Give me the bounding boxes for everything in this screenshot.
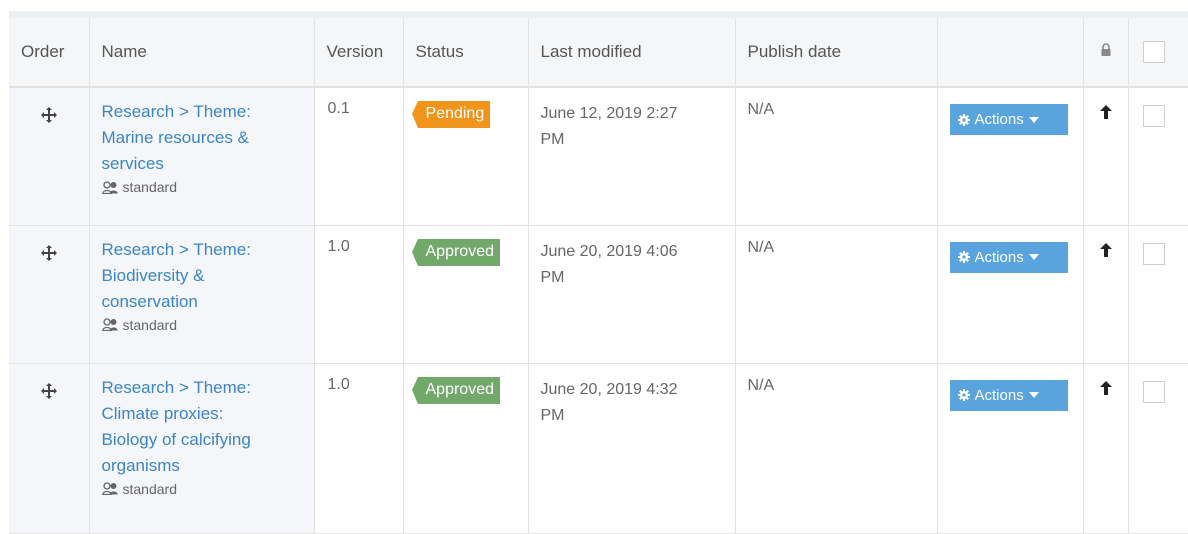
page-name-line[interactable]: services — [102, 151, 314, 177]
caret-down-icon — [1028, 392, 1039, 398]
arrow-cell — [1083, 363, 1129, 534]
template-label: standard — [101, 480, 314, 497]
pages-table: Order Name Version Status Last modified … — [9, 18, 1188, 534]
column-header-last-modified[interactable]: Last modified — [528, 18, 736, 88]
last-modified-line: PM — [540, 268, 565, 286]
caret-down-icon — [1028, 116, 1039, 123]
gear-icon — [957, 251, 970, 263]
arrow-up-icon[interactable] — [1099, 242, 1112, 257]
column-header-actions — [937, 18, 1084, 88]
gear-icon — [957, 113, 970, 126]
version-cell: 1.0 — [314, 363, 404, 534]
select-cell — [1128, 225, 1188, 364]
name-cell: Research > Theme: Biodiversity & conservat… — [89, 225, 315, 364]
row-checkbox[interactable] — [1142, 105, 1165, 127]
column-header-version[interactable]: Version — [314, 18, 404, 88]
page-name-line[interactable]: Climate proxies: — [102, 401, 314, 427]
page-name-link[interactable]: Research > Theme: Climate proxies: Biology… — [102, 375, 314, 479]
select-cell — [1128, 87, 1188, 226]
column-header-status[interactable]: Status — [403, 18, 529, 88]
users-icon — [101, 180, 118, 194]
column-header-order[interactable]: Order — [9, 18, 90, 88]
actions-button-label: Actions — [974, 111, 1024, 128]
last-modified-line: PM — [540, 131, 565, 148]
move-icon[interactable] — [40, 107, 57, 128]
page-name-line[interactable]: Research > Theme: — [102, 237, 314, 263]
actions-cell: Actions — [937, 87, 1084, 226]
publish-date-cell: N/A — [735, 363, 938, 534]
last-modified-line: June 20, 2019 4:32 — [540, 380, 678, 398]
template-label: standard — [101, 179, 314, 195]
users-icon — [101, 482, 118, 495]
last-modified-cell: June 12, 2019 2:27 PM — [528, 87, 736, 226]
actions-button-label: Actions — [974, 248, 1024, 266]
publish-date-cell: N/A — [735, 225, 938, 364]
order-cell — [9, 87, 90, 226]
table-top-border — [9, 11, 1188, 18]
arrow-cell — [1083, 225, 1129, 364]
version-cell: 0.1 — [314, 87, 404, 226]
status-badge: Pending — [411, 101, 491, 128]
table-body: Research > Theme: Marine resources & servi… — [9, 87, 1188, 534]
arrow-up-icon[interactable] — [1099, 380, 1112, 395]
status-badge: Approved — [411, 376, 500, 404]
page-name-link[interactable]: Research > Theme: Marine resources & servi… — [102, 99, 314, 177]
order-cell — [9, 363, 90, 534]
column-header-select-all[interactable] — [1128, 18, 1188, 88]
table-header-row: Order Name Version Status Last modified … — [9, 18, 1188, 88]
select-all-checkbox[interactable] — [1142, 41, 1165, 63]
move-icon[interactable] — [40, 382, 57, 404]
actions-button[interactable]: Actions — [949, 241, 1068, 273]
last-modified-line: June 20, 2019 4:06 — [540, 242, 678, 260]
row-checkbox[interactable] — [1142, 380, 1165, 403]
page-name-line[interactable]: Biology of calcifying — [102, 427, 314, 453]
caret-down-icon — [1028, 254, 1039, 260]
status-cell: Approved — [403, 225, 529, 364]
column-header-name[interactable]: Name — [89, 18, 315, 88]
name-cell: Research > Theme: Climate proxies: Biology… — [89, 363, 315, 534]
last-modified-line: PM — [540, 406, 565, 424]
actions-button-label: Actions — [974, 386, 1024, 404]
template-name: standard — [122, 480, 177, 497]
column-header-publish-date[interactable]: Publish date — [735, 18, 938, 88]
gear-icon — [957, 389, 970, 401]
users-icon — [101, 318, 118, 331]
last-modified-cell: June 20, 2019 4:32 PM — [528, 363, 736, 534]
order-cell — [9, 225, 90, 364]
column-header-lock — [1083, 18, 1129, 88]
actions-button[interactable]: Actions — [949, 104, 1068, 135]
actions-button[interactable]: Actions — [949, 379, 1068, 411]
table-row: Research > Theme: Biodiversity & conservat… — [9, 225, 1188, 364]
row-checkbox[interactable] — [1142, 242, 1165, 265]
table-row: Research > Theme: Climate proxies: Biology… — [9, 363, 1188, 534]
page-name-line[interactable]: Marine resources & — [102, 125, 314, 151]
template-label: standard — [101, 316, 314, 333]
arrow-cell — [1083, 87, 1129, 226]
lock-icon — [1101, 43, 1110, 56]
last-modified-cell: June 20, 2019 4:06 PM — [528, 225, 736, 364]
name-cell: Research > Theme: Marine resources & servi… — [89, 87, 315, 226]
select-cell — [1128, 363, 1188, 534]
page-name-line[interactable]: Biodiversity & — [102, 263, 314, 289]
table-row: Research > Theme: Marine resources & servi… — [9, 87, 1188, 226]
page-name-line[interactable]: conservation — [102, 289, 314, 315]
page-name-line[interactable]: organisms — [102, 453, 314, 479]
template-name: standard — [122, 179, 177, 195]
status-cell: Approved — [403, 363, 529, 534]
page-name-line[interactable]: Research > Theme: — [102, 375, 314, 401]
pages-table-container: Order Name Version Status Last modified … — [9, 11, 1188, 534]
arrow-up-icon[interactable] — [1099, 105, 1112, 119]
actions-cell: Actions — [937, 225, 1084, 364]
page-name-link[interactable]: Research > Theme: Biodiversity & conservat… — [102, 237, 314, 315]
status-cell: Pending — [403, 87, 529, 226]
template-name: standard — [122, 316, 177, 333]
status-badge: Approved — [411, 238, 500, 266]
page-name-line[interactable]: Research > Theme: — [102, 99, 314, 125]
publish-date-cell: N/A — [735, 87, 938, 226]
move-icon[interactable] — [40, 244, 57, 266]
last-modified-line: June 12, 2019 2:27 — [540, 105, 678, 122]
actions-cell: Actions — [937, 363, 1084, 534]
version-cell: 1.0 — [314, 225, 404, 364]
